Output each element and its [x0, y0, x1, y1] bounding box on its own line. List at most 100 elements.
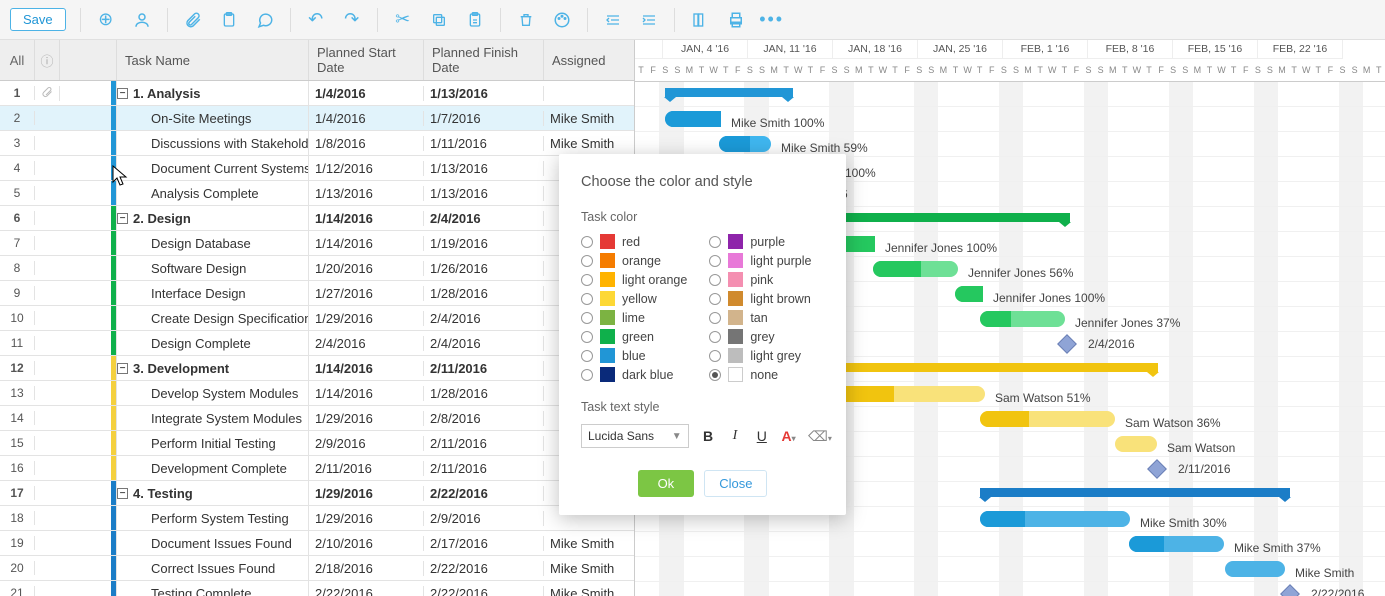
planned-start-cell[interactable]: 1/14/2016	[309, 236, 424, 251]
task-bar[interactable]: Mike Smith 59%	[719, 136, 771, 152]
bold-button[interactable]: B	[701, 428, 716, 444]
planned-start-cell[interactable]: 1/4/2016	[309, 111, 424, 126]
planned-start-cell[interactable]: 1/14/2016	[309, 386, 424, 401]
task-bar[interactable]: Mike Smith 100%	[665, 111, 721, 127]
task-name-cell[interactable]: Software Design	[117, 256, 309, 280]
table-row[interactable]: 6−2. Design1/14/20162/4/2016	[0, 206, 634, 231]
task-name-cell[interactable]: Perform Initial Testing	[117, 431, 309, 455]
color-option-grey[interactable]: grey	[709, 329, 811, 344]
color-option-light-grey[interactable]: light grey	[709, 348, 811, 363]
planned-start-cell[interactable]: 1/8/2016	[309, 136, 424, 151]
color-option-yellow[interactable]: yellow	[581, 291, 687, 306]
task-name-cell[interactable]: −2. Design	[117, 206, 309, 230]
planned-finish-cell[interactable]: 2/22/2016	[424, 561, 544, 576]
more-icon[interactable]: •••	[761, 9, 783, 31]
task-name-cell[interactable]: Document Current Systems	[117, 156, 309, 180]
planned-finish-cell[interactable]: 1/28/2016	[424, 286, 544, 301]
summary-bar[interactable]	[800, 363, 1158, 372]
summary-bar[interactable]	[980, 488, 1290, 497]
planned-finish-cell[interactable]: 2/4/2016	[424, 311, 544, 326]
milestone-marker[interactable]	[1057, 334, 1077, 354]
collapse-icon[interactable]: −	[117, 88, 128, 99]
cut-icon[interactable]: ✂	[392, 9, 414, 31]
gantt-row[interactable]	[635, 82, 1385, 107]
table-row[interactable]: 5Analysis Complete1/13/20161/13/2016	[0, 181, 634, 206]
task-name-cell[interactable]: Perform System Testing	[117, 506, 309, 530]
comment-icon[interactable]	[254, 9, 276, 31]
table-row[interactable]: 19Document Issues Found2/10/20162/17/201…	[0, 531, 634, 556]
color-option-none[interactable]: none	[709, 367, 811, 382]
task-bar[interactable]: Mike Smith 37%	[1129, 536, 1224, 552]
color-option-tan[interactable]: tan	[709, 310, 811, 325]
planned-finish-cell[interactable]: 2/9/2016	[424, 511, 544, 526]
table-row[interactable]: 13Develop System Modules1/14/20161/28/20…	[0, 381, 634, 406]
task-bar[interactable]: Sam Watson	[1115, 436, 1157, 452]
assigned-cell[interactable]: Mike Smith	[544, 561, 634, 576]
task-bar[interactable]: Jennifer Jones 37%	[980, 311, 1065, 327]
planned-start-cell[interactable]: 2/4/2016	[309, 336, 424, 351]
copy-icon[interactable]	[428, 9, 450, 31]
italic-button[interactable]: I	[728, 428, 743, 444]
planned-finish-cell[interactable]: 2/11/2016	[424, 361, 544, 376]
header-start[interactable]: Planned Start Date	[309, 40, 424, 80]
table-row[interactable]: 10Create Design Specification1/29/20162/…	[0, 306, 634, 331]
assigned-cell[interactable]: Mike Smith	[544, 536, 634, 551]
table-row[interactable]: 4Document Current Systems1/12/20161/13/2…	[0, 156, 634, 181]
planned-finish-cell[interactable]: 1/13/2016	[424, 186, 544, 201]
task-name-cell[interactable]: Development Complete	[117, 456, 309, 480]
planned-finish-cell[interactable]: 1/11/2016	[424, 136, 544, 151]
planned-start-cell[interactable]: 2/10/2016	[309, 536, 424, 551]
add-icon[interactable]: ⊕	[95, 9, 117, 31]
color-option-light-purple[interactable]: light purple	[709, 253, 811, 268]
task-name-cell[interactable]: −3. Development	[117, 356, 309, 380]
table-row[interactable]: 11Design Complete2/4/20162/4/2016	[0, 331, 634, 356]
planned-finish-cell[interactable]: 1/7/2016	[424, 111, 544, 126]
collapse-icon[interactable]: −	[117, 488, 128, 499]
planned-finish-cell[interactable]: 1/13/2016	[424, 161, 544, 176]
paste-icon[interactable]	[464, 9, 486, 31]
task-name-cell[interactable]: Design Database	[117, 231, 309, 255]
task-name-cell[interactable]: Integrate System Modules	[117, 406, 309, 430]
task-name-cell[interactable]: Correct Issues Found	[117, 556, 309, 580]
task-name-cell[interactable]: −1. Analysis	[117, 81, 309, 105]
header-finish[interactable]: Planned Finish Date	[424, 40, 544, 80]
indent-icon[interactable]	[638, 9, 660, 31]
task-bar[interactable]: Mike Smith	[1225, 561, 1285, 577]
planned-finish-cell[interactable]: 2/11/2016	[424, 461, 544, 476]
planned-start-cell[interactable]: 2/18/2016	[309, 561, 424, 576]
planned-start-cell[interactable]: 1/29/2016	[309, 486, 424, 501]
header-all[interactable]: All	[0, 40, 35, 80]
attachment-icon[interactable]	[182, 9, 204, 31]
planned-start-cell[interactable]: 2/11/2016	[309, 461, 424, 476]
planned-start-cell[interactable]: 1/12/2016	[309, 161, 424, 176]
ok-button[interactable]: Ok	[638, 470, 695, 497]
header-task[interactable]: Task Name	[117, 40, 309, 80]
print-icon[interactable]	[725, 9, 747, 31]
palette-icon[interactable]	[551, 9, 573, 31]
milestone-marker[interactable]	[1147, 459, 1167, 479]
header-info-icon[interactable]: ⓘ	[35, 40, 60, 80]
gantt-row[interactable]: Mike Smith 100%	[635, 107, 1385, 132]
task-bar[interactable]: Jennifer Jones 100%	[955, 286, 983, 302]
task-bar[interactable]: Jennifer Jones 56%	[873, 261, 958, 277]
font-select[interactable]: Lucida Sans▼	[581, 424, 689, 448]
planned-start-cell[interactable]: 1/20/2016	[309, 261, 424, 276]
outdent-icon[interactable]	[602, 9, 624, 31]
milestone-marker[interactable]	[1280, 584, 1300, 596]
summary-bar[interactable]	[665, 88, 793, 97]
color-option-red[interactable]: red	[581, 234, 687, 249]
task-name-cell[interactable]: −4. Testing	[117, 481, 309, 505]
underline-button[interactable]: U	[754, 428, 769, 444]
collapse-icon[interactable]: −	[117, 363, 128, 374]
task-name-cell[interactable]: Discussions with Stakeholders	[117, 131, 309, 155]
color-option-green[interactable]: green	[581, 329, 687, 344]
task-name-cell[interactable]: Document Issues Found	[117, 531, 309, 555]
task-name-cell[interactable]: Analysis Complete	[117, 181, 309, 205]
columns-icon[interactable]	[689, 9, 711, 31]
header-assigned[interactable]: Assigned	[544, 40, 634, 80]
planned-finish-cell[interactable]: 2/22/2016	[424, 486, 544, 501]
task-bar[interactable]: Mike Smith 30%	[980, 511, 1130, 527]
planned-finish-cell[interactable]: 2/4/2016	[424, 211, 544, 226]
assigned-cell[interactable]: Mike Smith	[544, 586, 634, 596]
planned-finish-cell[interactable]: 2/4/2016	[424, 336, 544, 351]
